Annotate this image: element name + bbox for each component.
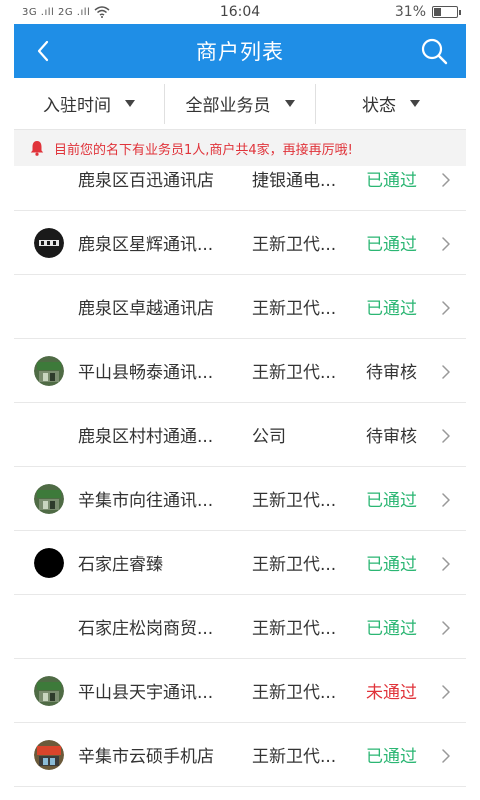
filter-status[interactable]: 状态 bbox=[315, 83, 466, 124]
merchant-salesman: 王新卫代... bbox=[252, 235, 337, 255]
merchant-row[interactable]: 辛集市向往通讯... 王新卫代... 已通过 bbox=[14, 467, 466, 531]
chevron-right-icon bbox=[442, 556, 450, 571]
chevron-right-icon bbox=[442, 620, 450, 635]
merchant-salesman: 王新卫代... bbox=[252, 491, 337, 511]
battery-icon bbox=[432, 6, 461, 18]
filter-bar: 入驻时间 全部业务员 状态 bbox=[14, 78, 466, 130]
merchant-status: 已通过 bbox=[366, 235, 417, 255]
merchant-name: 辛集市向往通讯... bbox=[78, 491, 214, 511]
clock: 16:04 bbox=[219, 4, 261, 20]
merchant-salesman: 王新卫代... bbox=[252, 555, 337, 575]
search-button[interactable] bbox=[418, 35, 450, 67]
notice-banner: 目前您的名下有业务员1人,商户共4家，再接再厉哦! bbox=[14, 130, 466, 166]
merchant-status: 待审核 bbox=[366, 427, 417, 447]
merchant-salesman: 公司 bbox=[252, 427, 286, 447]
chevron-right-icon bbox=[442, 492, 450, 507]
merchant-row[interactable]: 平山县畅泰通讯... 王新卫代... 待审核 bbox=[14, 339, 466, 403]
merchant-name: 石家庄松岗商贸... bbox=[78, 619, 214, 639]
merchant-list: 鹿泉区百迅通讯店 捷银通电... 已通过 鹿泉区星辉通讯... 王新卫代... 已通过 鹿泉… bbox=[14, 147, 466, 787]
merchant-row[interactable]: 石家庄睿臻 王新卫代... 已通过 bbox=[14, 531, 466, 595]
merchant-row[interactable]: 辛集市云硕手机店 王新卫代... 已通过 bbox=[14, 723, 466, 787]
caret-down-icon bbox=[410, 100, 420, 107]
search-icon bbox=[421, 38, 448, 65]
merchant-name: 鹿泉区百迅通讯店 bbox=[78, 171, 214, 191]
merchant-salesman: 捷银通电... bbox=[252, 171, 337, 191]
chevron-right-icon bbox=[442, 428, 450, 443]
merchant-avatar bbox=[34, 675, 64, 706]
filter-salesman[interactable]: 全部业务员 bbox=[164, 83, 315, 124]
merchant-name: 辛集市云硕手机店 bbox=[78, 747, 214, 767]
chevron-right-icon bbox=[442, 172, 450, 187]
merchant-status: 已通过 bbox=[366, 555, 417, 575]
status-bar: 3G .ıll 2G .ıll 16:04 31% bbox=[0, 0, 480, 24]
filter-join-time[interactable]: 入驻时间 bbox=[14, 84, 164, 124]
merchant-avatar bbox=[34, 547, 64, 578]
merchant-salesman: 王新卫代... bbox=[252, 683, 337, 703]
merchant-avatar bbox=[34, 739, 64, 770]
chevron-right-icon bbox=[442, 236, 450, 251]
merchant-salesman: 王新卫代... bbox=[252, 363, 337, 383]
merchant-status: 已通过 bbox=[366, 171, 417, 191]
filter-label: 入驻时间 bbox=[43, 96, 111, 116]
chevron-right-icon bbox=[442, 748, 450, 763]
merchant-status: 未通过 bbox=[366, 683, 417, 703]
chevron-right-icon bbox=[442, 300, 450, 315]
merchant-name: 平山县畅泰通讯... bbox=[78, 363, 214, 383]
back-button[interactable] bbox=[28, 36, 58, 66]
merchant-avatar bbox=[34, 227, 64, 258]
merchant-salesman: 王新卫代... bbox=[252, 619, 337, 639]
chevron-right-icon bbox=[442, 684, 450, 699]
merchant-status: 已通过 bbox=[366, 491, 417, 511]
merchant-name: 鹿泉区星辉通讯... bbox=[78, 235, 214, 255]
merchant-status: 已通过 bbox=[366, 747, 417, 767]
merchant-status: 已通过 bbox=[366, 299, 417, 319]
merchant-name: 鹿泉区村村通通... bbox=[78, 427, 214, 447]
merchant-row[interactable]: 鹿泉区星辉通讯... 王新卫代... 已通过 bbox=[14, 211, 466, 275]
filter-label: 全部业务员 bbox=[185, 96, 271, 116]
merchant-avatar bbox=[34, 355, 64, 386]
merchant-row[interactable]: 石家庄松岗商贸... 王新卫代... 已通过 bbox=[14, 595, 466, 659]
chevron-left-icon bbox=[37, 40, 49, 62]
notice-text: 目前您的名下有业务员1人,商户共4家，再接再厉哦! bbox=[54, 142, 353, 158]
merchant-salesman: 王新卫代... bbox=[252, 747, 337, 767]
merchant-name: 石家庄睿臻 bbox=[78, 555, 163, 575]
chevron-right-icon bbox=[442, 364, 450, 379]
bell-icon bbox=[30, 141, 44, 156]
app-bar: 商户列表 bbox=[14, 24, 466, 78]
caret-down-icon bbox=[125, 100, 135, 107]
merchant-row[interactable]: 鹿泉区卓越通讯店 王新卫代... 已通过 bbox=[14, 275, 466, 339]
page-title: 商户列表 bbox=[196, 40, 284, 64]
merchant-row[interactable]: 平山县天宇通讯... 王新卫代... 未通过 bbox=[14, 659, 466, 723]
caret-down-icon bbox=[284, 100, 295, 107]
merchant-name: 鹿泉区卓越通讯店 bbox=[78, 299, 214, 319]
merchant-name: 平山县天宇通讯... bbox=[78, 683, 214, 703]
merchant-avatar bbox=[34, 483, 64, 514]
merchant-salesman: 王新卫代... bbox=[252, 299, 337, 319]
merchant-row[interactable]: 鹿泉区村村通通... 公司 待审核 bbox=[14, 403, 466, 467]
merchant-status: 已通过 bbox=[366, 619, 417, 639]
merchant-status: 待审核 bbox=[366, 363, 417, 383]
filter-label: 状态 bbox=[362, 96, 396, 116]
